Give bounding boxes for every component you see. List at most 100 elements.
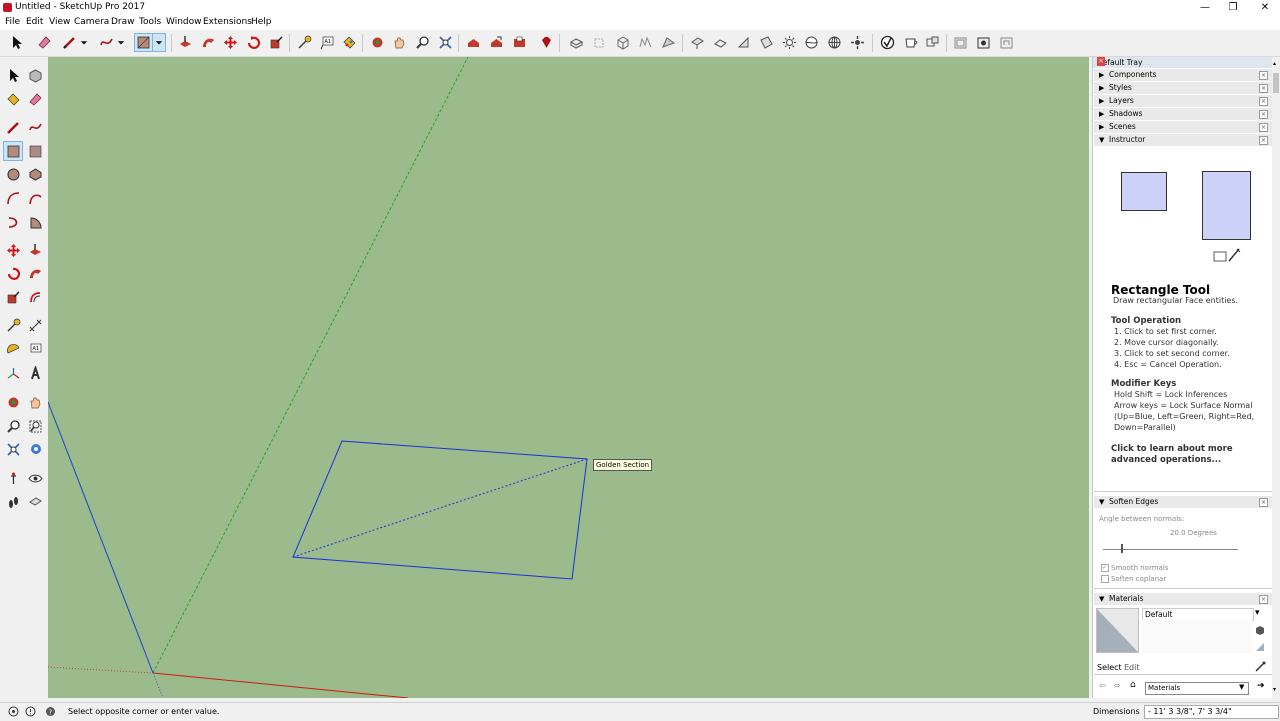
section-display-button[interactable] bbox=[712, 34, 729, 51]
orbit-tool-button[interactable] bbox=[369, 34, 386, 51]
select-tool-button[interactable] bbox=[8, 34, 25, 51]
section-cuts-button[interactable] bbox=[735, 34, 752, 51]
zoom-window-button[interactable] bbox=[26, 417, 44, 435]
maximize-button[interactable]: ❐ bbox=[1218, 0, 1248, 16]
menu-tools[interactable]: Tools bbox=[139, 17, 161, 27]
hidden-line-style-button[interactable] bbox=[637, 34, 654, 51]
sample-paint-icon[interactable] bbox=[1255, 661, 1266, 672]
zoom-button[interactable] bbox=[4, 417, 22, 435]
text-tool-button[interactable]: A1 bbox=[319, 34, 336, 51]
ruby-console-button[interactable] bbox=[538, 34, 555, 51]
angle-slider-track[interactable] bbox=[1103, 549, 1238, 550]
xray-style-button[interactable] bbox=[568, 34, 585, 51]
panel-close-button[interactable]: × bbox=[1259, 123, 1268, 132]
shaded-style-button[interactable] bbox=[660, 34, 677, 51]
follow-me-tool-button[interactable] bbox=[200, 34, 217, 51]
menu-camera[interactable]: Camera bbox=[74, 17, 109, 27]
details-arrow-icon[interactable]: ➔ bbox=[1257, 681, 1265, 691]
look-around-button[interactable] bbox=[26, 469, 44, 487]
scroll-down-arrow-icon[interactable]: ▾ bbox=[1273, 687, 1279, 693]
zoom-tool-button[interactable] bbox=[414, 34, 431, 51]
close-button[interactable]: ✕ bbox=[1250, 0, 1280, 16]
sun-settings-button[interactable] bbox=[849, 34, 866, 51]
menu-extensions[interactable]: Extensions bbox=[203, 17, 252, 27]
paint-bucket-tool-button[interactable] bbox=[341, 34, 358, 51]
line-tool-button[interactable] bbox=[61, 34, 78, 51]
angle-slider-thumb[interactable] bbox=[1121, 544, 1123, 553]
zoom-extents-tool-button[interactable] bbox=[437, 34, 454, 51]
panel-materials[interactable]: ▼ Materials × bbox=[1094, 593, 1272, 606]
orbit-button[interactable] bbox=[4, 393, 22, 411]
materials-tab-select[interactable]: Select bbox=[1097, 663, 1122, 672]
line-button[interactable] bbox=[4, 118, 22, 136]
tray-scrollbar[interactable]: ▴ ▾ bbox=[1272, 57, 1280, 698]
follow-me-button[interactable] bbox=[26, 264, 44, 282]
3d-text-button[interactable] bbox=[26, 364, 44, 382]
select-tool-button[interactable] bbox=[4, 66, 22, 84]
solid-tools-button[interactable] bbox=[924, 34, 941, 51]
panel-layers[interactable]: ▶ Layers × bbox=[1094, 95, 1272, 108]
panel-close-button[interactable]: × bbox=[1259, 498, 1268, 507]
tray-close-button[interactable]: × bbox=[1097, 57, 1105, 66]
panel-close-button[interactable]: × bbox=[1259, 110, 1268, 119]
materials-tab-edit[interactable]: Edit bbox=[1124, 663, 1140, 672]
panel-instructor[interactable]: ▼ Instructor × bbox=[1094, 134, 1272, 147]
freehand-button[interactable] bbox=[26, 118, 44, 136]
scale-tool-button[interactable] bbox=[268, 34, 285, 51]
default-material-icon[interactable] bbox=[1255, 642, 1265, 652]
geo-location-button[interactable] bbox=[826, 34, 843, 51]
model-viewport[interactable]: Golden Section bbox=[48, 57, 1089, 698]
fog-toggle-button[interactable] bbox=[803, 34, 820, 51]
help-icon[interactable]: ? bbox=[45, 706, 56, 717]
paint-bucket-button[interactable] bbox=[4, 90, 22, 108]
make-component-button[interactable] bbox=[26, 66, 44, 84]
rotate-button[interactable] bbox=[4, 264, 22, 282]
scale-button[interactable] bbox=[4, 288, 22, 306]
rectangle-tool-button[interactable] bbox=[134, 33, 153, 52]
display-secondary-pane-icon[interactable]: ▾ bbox=[1255, 608, 1260, 618]
dimension-button[interactable] bbox=[26, 316, 44, 334]
move-tool-button[interactable] bbox=[222, 34, 239, 51]
push-pull-tool-button[interactable] bbox=[177, 34, 194, 51]
arc-tool-dropdown[interactable] bbox=[116, 34, 126, 51]
section-plane-left-button[interactable] bbox=[26, 493, 44, 511]
menu-view[interactable]: View bbox=[49, 17, 70, 27]
3d-warehouse-button[interactable] bbox=[465, 34, 482, 51]
forward-arrow-icon[interactable]: ⇨ bbox=[1114, 681, 1121, 690]
panel-styles[interactable]: ▶ Styles × bbox=[1094, 82, 1272, 95]
advanced-operations-link[interactable]: advanced operations... bbox=[1111, 455, 1221, 465]
pan-button[interactable] bbox=[26, 393, 44, 411]
back-edges-style-button[interactable] bbox=[591, 34, 608, 51]
text-button[interactable]: A1 bbox=[26, 340, 44, 358]
menu-edit[interactable]: Edit bbox=[26, 17, 43, 27]
credits-icon[interactable] bbox=[25, 706, 36, 717]
extension-warehouse-button[interactable] bbox=[511, 34, 528, 51]
panel-close-button[interactable]: × bbox=[1259, 595, 1268, 604]
menu-window[interactable]: Window bbox=[166, 17, 202, 27]
two-point-arc-button[interactable] bbox=[26, 189, 44, 207]
position-camera-button[interactable] bbox=[4, 469, 22, 487]
sandbox-from-scratch-button[interactable] bbox=[975, 34, 992, 51]
panel-close-button[interactable]: × bbox=[1259, 71, 1268, 80]
offset-button[interactable] bbox=[26, 288, 44, 306]
share-model-button[interactable] bbox=[488, 34, 505, 51]
home-icon[interactable]: ⌂ bbox=[1130, 680, 1136, 690]
advanced-operations-link[interactable]: Click to learn about more bbox=[1111, 444, 1233, 454]
material-library-select[interactable]: Materials bbox=[1145, 682, 1249, 695]
move-button[interactable] bbox=[4, 241, 22, 259]
panel-close-button[interactable]: × bbox=[1259, 84, 1268, 93]
panel-shadows[interactable]: ▶ Shadows × bbox=[1094, 108, 1272, 121]
tape-measure-tool-button[interactable] bbox=[296, 34, 313, 51]
rectangle-button[interactable] bbox=[3, 141, 23, 161]
section-plane-button[interactable] bbox=[689, 34, 706, 51]
soften-coplanar-checkbox[interactable] bbox=[1101, 575, 1109, 583]
walk-button[interactable] bbox=[4, 493, 22, 511]
measurements-box[interactable]: - 11' 3 3/8", 7' 3 3/4" bbox=[1144, 705, 1279, 719]
chevron-down-icon[interactable]: ▼ bbox=[1239, 683, 1244, 691]
axes-button[interactable] bbox=[4, 364, 22, 382]
eraser-tool-button[interactable] bbox=[36, 34, 53, 51]
rotated-rectangle-button[interactable] bbox=[26, 142, 44, 160]
zoom-extents-button[interactable] bbox=[4, 440, 22, 458]
previous-view-button[interactable] bbox=[26, 440, 44, 458]
scroll-thumb[interactable] bbox=[1273, 73, 1279, 93]
